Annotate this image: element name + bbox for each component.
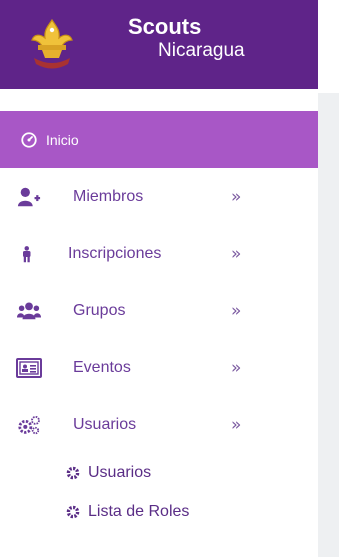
dashboard-icon	[21, 131, 37, 148]
sidebar-nav: Inicio Miembros » Inscripciones » Grupos…	[0, 111, 318, 531]
submenu-item-label: Usuarios	[88, 463, 152, 481]
sidebar-item-miembros[interactable]: Miembros »	[0, 168, 318, 225]
brand-title: Scouts	[128, 14, 202, 39]
sidebar-item-label: Grupos	[73, 301, 126, 319]
submenu-item-lista-de-roles[interactable]: Lista de Roles	[0, 492, 318, 531]
chevron-double-right-icon: »	[231, 243, 242, 264]
users-icon	[17, 302, 41, 319]
content-area	[318, 93, 339, 557]
sidebar-item-grupos[interactable]: Grupos »	[0, 282, 318, 339]
chevron-double-right-icon: »	[231, 186, 242, 207]
gear-icon	[66, 466, 80, 479]
sidebar-item-inscripciones[interactable]: Inscripciones »	[0, 225, 318, 282]
submenu-item-label: Lista de Roles	[88, 502, 190, 520]
id-card-icon	[16, 357, 42, 378]
sidebar: Scouts Nicaragua Inicio Miembros » Inscr…	[0, 0, 318, 557]
sidebar-item-inicio[interactable]: Inicio	[0, 111, 318, 168]
sidebar-item-label: Usuarios	[73, 415, 137, 433]
chevron-double-right-icon: »	[231, 414, 242, 435]
gear-icon	[66, 505, 80, 518]
sidebar-item-label: Inicio	[46, 131, 79, 148]
child-icon	[23, 245, 31, 262]
sidebar-item-label: Inscripciones	[68, 244, 162, 262]
sidebar-item-eventos[interactable]: Eventos »	[0, 339, 318, 396]
cogs-icon	[18, 415, 40, 434]
sidebar-item-label: Eventos	[73, 358, 131, 376]
chevron-double-right-icon: »	[231, 357, 242, 378]
sidebar-item-usuarios[interactable]: Usuarios »	[0, 396, 318, 453]
user-plus-icon	[17, 187, 41, 206]
brand-subtitle: Nicaragua	[158, 40, 245, 61]
brand-header[interactable]: Scouts Nicaragua	[0, 0, 318, 89]
submenu-item-usuarios[interactable]: Usuarios	[0, 453, 318, 492]
scouts-logo-icon	[31, 18, 73, 69]
chevron-double-right-icon: »	[231, 300, 242, 321]
sidebar-item-label: Miembros	[73, 187, 144, 205]
